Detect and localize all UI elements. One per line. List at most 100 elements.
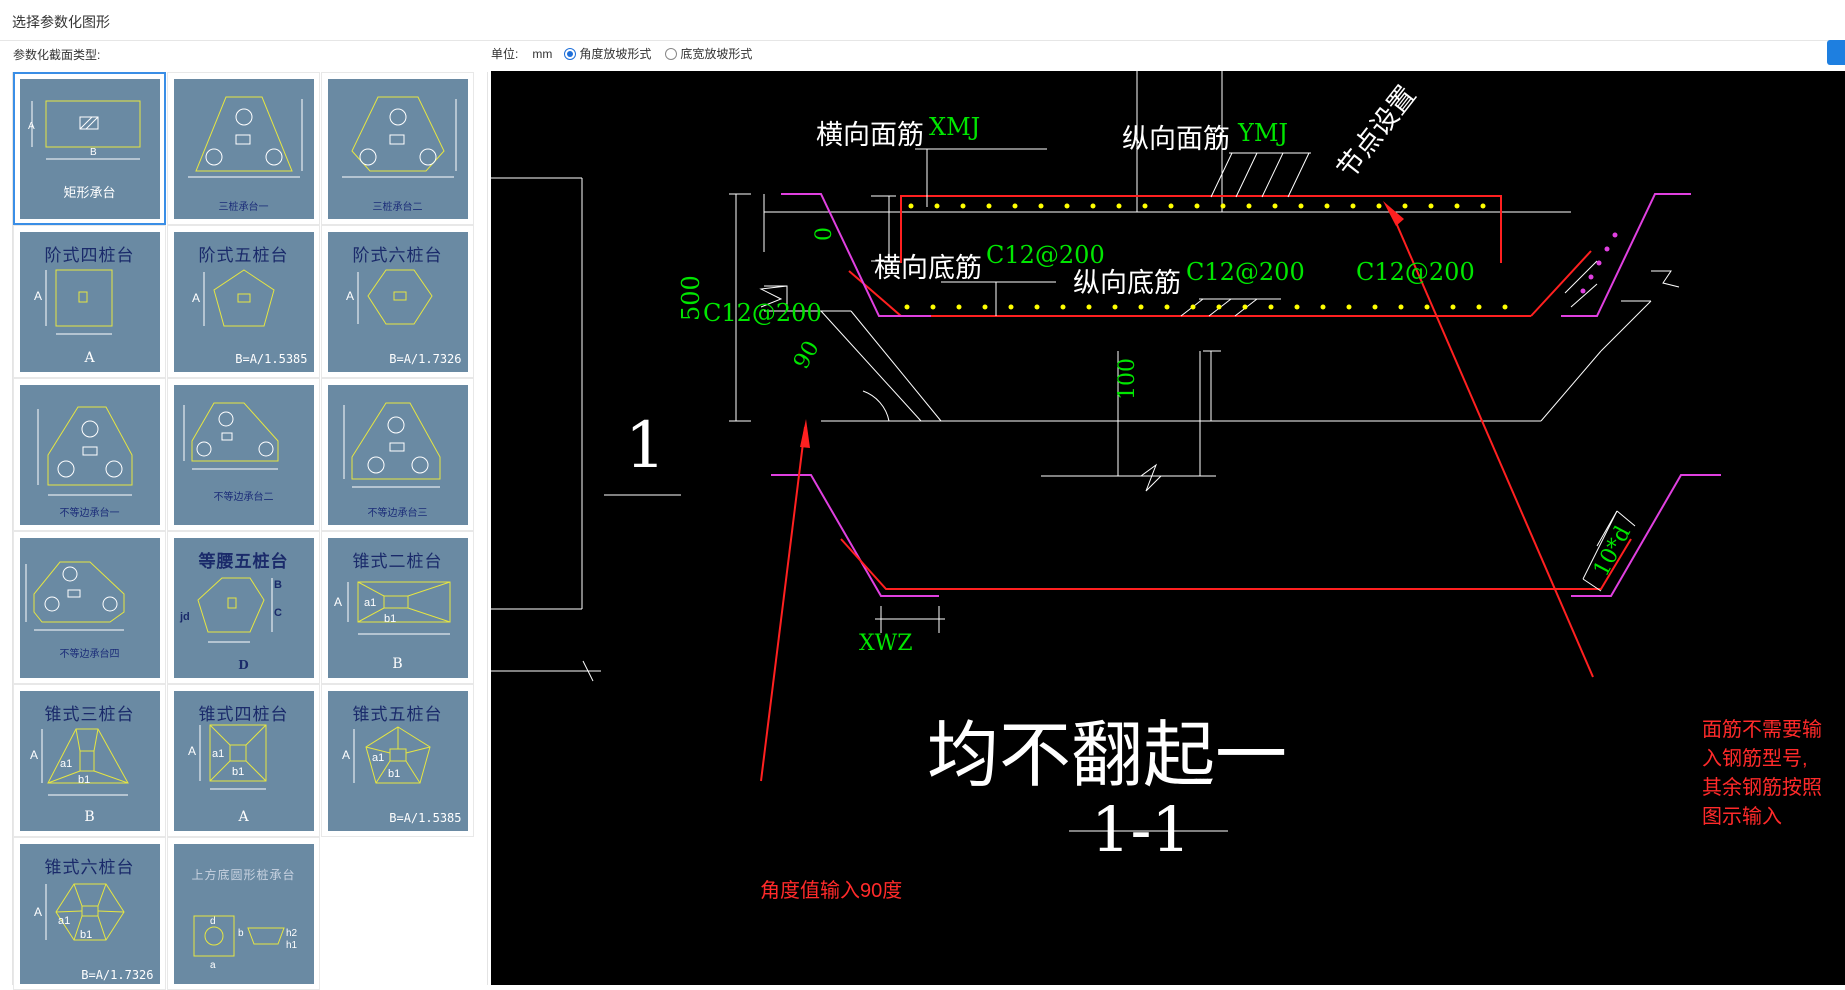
shape-list-panel: AB 矩形承台 三桩承台一 三桩承台二 阶式四桩台 A A 阶式五桩台 A B=… — [12, 72, 488, 990]
window-title: 选择参数化图形 — [12, 14, 110, 30]
svg-text:a1: a1 — [364, 597, 376, 609]
svg-text:b1: b1 — [78, 774, 90, 786]
cone-five-pile-diagram: Aa1 b1 — [342, 725, 431, 783]
confirm-button[interactable] — [1827, 40, 1845, 65]
shape-unequal-1[interactable]: 不等边承台一 — [13, 378, 166, 531]
shape-step-four-pile[interactable]: 阶式四桩台 A A — [13, 225, 166, 378]
label-left-value: C12@200 — [703, 299, 822, 327]
label-longitudinal-top: 纵向面筋 — [1122, 124, 1230, 155]
shape-caption: 不等边承台三 — [367, 507, 428, 519]
shape-caption: 不等边承台二 — [213, 491, 274, 503]
shape-caption: D — [238, 657, 249, 672]
svg-text:b1: b1 — [232, 766, 244, 778]
angle-note: 角度值输入90度 — [760, 880, 903, 902]
svg-text:C: C — [274, 607, 282, 619]
bottom-rebar-dots — [904, 304, 1508, 310]
shape-cone-three-pile[interactable]: 锥式三桩台 Aa1 b1 B — [13, 684, 166, 837]
section-mark-number: 1 — [625, 409, 666, 483]
shape-thumbnail: 不等边承台一 — [19, 384, 160, 525]
cone-six-pile-diagram: Aa1 b1 — [34, 883, 125, 941]
isosceles-five-pile-diagram: B C jd — [179, 577, 282, 642]
radio-width-slope-label: 底宽放坡形式 — [680, 47, 753, 61]
svg-text:A: A — [34, 905, 42, 919]
shape-cone-four-pile[interactable]: 锥式四桩台 Aa1 b1 A — [167, 684, 320, 837]
shape-thumbnail: 不等边承台四 — [19, 537, 160, 678]
shape-rect-cap[interactable]: A B 矩形承台 — [13, 72, 166, 225]
svg-text:A: A — [30, 748, 38, 762]
rebar-note-line: 图示输入 — [1702, 806, 1782, 828]
radio-angle-slope[interactable]: 角度放坡形式 — [564, 45, 651, 62]
shape-caption: 三桩承台一 — [218, 201, 269, 213]
shape-unequal-3[interactable]: 不等边承台三 — [321, 378, 474, 531]
drawing-preview: 横向面筋 XMJ 纵向面筋 YMJ 节点设置 横向底筋 C12@200 纵向底筋… — [491, 71, 1845, 985]
rebar-note: 面筋不需要输 入钢筋型号, 其余钢筋按照 图示输入 — [1702, 716, 1822, 832]
shape-cone-five-pile[interactable]: 锥式五桩台 Aa1 b1 B=A/1.5385 — [321, 684, 474, 837]
label-transverse-top: 横向面筋 — [816, 120, 924, 151]
shape-step-five-pile[interactable]: 阶式五桩台 A B=A/1.5385 — [167, 225, 320, 378]
radio-unselected-icon[interactable] — [665, 47, 678, 60]
svg-text:a1: a1 — [60, 758, 72, 770]
section-title-text: 1-1 — [1091, 793, 1191, 866]
top-rebar-dots — [908, 203, 1486, 209]
shape-grid: AB 矩形承台 三桩承台一 三桩承台二 阶式四桩台 A A 阶式五桩台 A B=… — [13, 72, 474, 990]
radio-angle-slope-label: 角度放坡形式 — [579, 47, 652, 61]
shape-cone-six-pile[interactable]: 锥式六桩台 Aa1 b1 B=A/1.7326 — [13, 837, 166, 990]
title-divider — [0, 40, 1845, 41]
dim-500: 500 — [677, 275, 705, 321]
shape-thumbnail: 锥式三桩台 Aa1 b1 B — [19, 690, 160, 831]
shape-three-pile-2[interactable]: 三桩承台二 — [321, 72, 474, 225]
shape-thumbnail: 锥式五桩台 Aa1 b1 B=A/1.5385 — [327, 690, 468, 831]
svg-text:A: A — [34, 289, 42, 303]
step-six-pile-diagram: A — [346, 269, 433, 324]
section-type-label: 参数化截面类型: — [13, 48, 101, 62]
shape-unequal-4[interactable]: 不等边承台四 — [13, 531, 166, 684]
shape-caption: B=A/1.5385 — [389, 810, 462, 825]
shape-caption: 不等边承台四 — [59, 648, 120, 660]
label-longitudinal-bottom: 纵向底筋 — [1073, 268, 1181, 299]
shape-step-six-pile[interactable]: 阶式六桩台 A B=A/1.7326 — [321, 225, 474, 378]
unit-options: 单位: mm 角度放坡形式 底宽放坡形式 — [491, 45, 760, 62]
shape-thumbnail: 不等边承台二 — [173, 384, 314, 525]
svg-text:A: A — [346, 289, 354, 303]
rebar-note-line: 其余钢筋按照 — [1702, 777, 1822, 799]
radio-width-slope[interactable]: 底宽放坡形式 — [665, 45, 752, 62]
svg-text:B: B — [274, 579, 282, 591]
svg-text:b: b — [238, 928, 244, 939]
shape-caption: B=A/1.5385 — [235, 351, 308, 366]
shape-thumbnail: 三桩承台二 — [327, 78, 468, 219]
svg-text:A: A — [334, 595, 342, 609]
shape-thumbnail: 锥式四桩台 Aa1 b1 A — [173, 690, 314, 831]
rebar-note-line: 入钢筋型号, — [1702, 748, 1808, 770]
dim-0: 0 — [812, 227, 837, 241]
shape-cone-two-pile[interactable]: 锥式二桩台 Aa1 b1 B — [321, 531, 474, 684]
label-transverse-top-code: XMJ — [929, 113, 981, 141]
shape-thumbnail: 上方底圆形桩承台 da b h2 h1 — [173, 843, 314, 984]
label-xwz: XWZ — [859, 631, 913, 656]
main-note-text: 均不翻起一 — [927, 713, 1288, 797]
svg-text:A: A — [342, 748, 350, 762]
shape-thumbnail: 不等边承台三 — [327, 384, 468, 525]
svg-text:jd: jd — [179, 611, 190, 623]
svg-text:a1: a1 — [372, 752, 384, 764]
dim-100: 100 — [1115, 358, 1140, 400]
radio-selected-icon[interactable] — [564, 47, 577, 60]
svg-text:h2: h2 — [286, 928, 298, 939]
label-longitudinal-bottom-value: C12@200 — [1186, 258, 1305, 286]
svg-text:B: B — [90, 147, 97, 158]
shape-caption: B — [84, 808, 95, 825]
svg-text:A: A — [188, 744, 196, 758]
svg-text:b1: b1 — [384, 613, 396, 625]
shape-unequal-2[interactable]: 不等边承台二 — [167, 378, 320, 531]
shape-isosceles-five-pile[interactable]: 等腰五桩台 B C jd D — [167, 531, 320, 684]
shape-caption: A — [84, 349, 95, 366]
svg-text:a1: a1 — [212, 748, 224, 760]
label-transverse-bottom: 横向底筋 — [874, 253, 982, 284]
shape-caption: 三桩承台二 — [372, 201, 423, 213]
shape-thumbnail: 阶式五桩台 A B=A/1.5385 — [173, 231, 314, 372]
step-five-pile-diagram: A — [192, 268, 275, 326]
shape-thumbnail: 等腰五桩台 B C jd D — [173, 537, 314, 678]
unequal-cap-diagram — [183, 402, 278, 469]
svg-text:A: A — [28, 121, 35, 132]
shape-three-pile-1[interactable]: 三桩承台一 — [167, 72, 320, 225]
shape-round-pile-cap[interactable]: 上方底圆形桩承台 da b h2 h1 — [167, 837, 320, 990]
